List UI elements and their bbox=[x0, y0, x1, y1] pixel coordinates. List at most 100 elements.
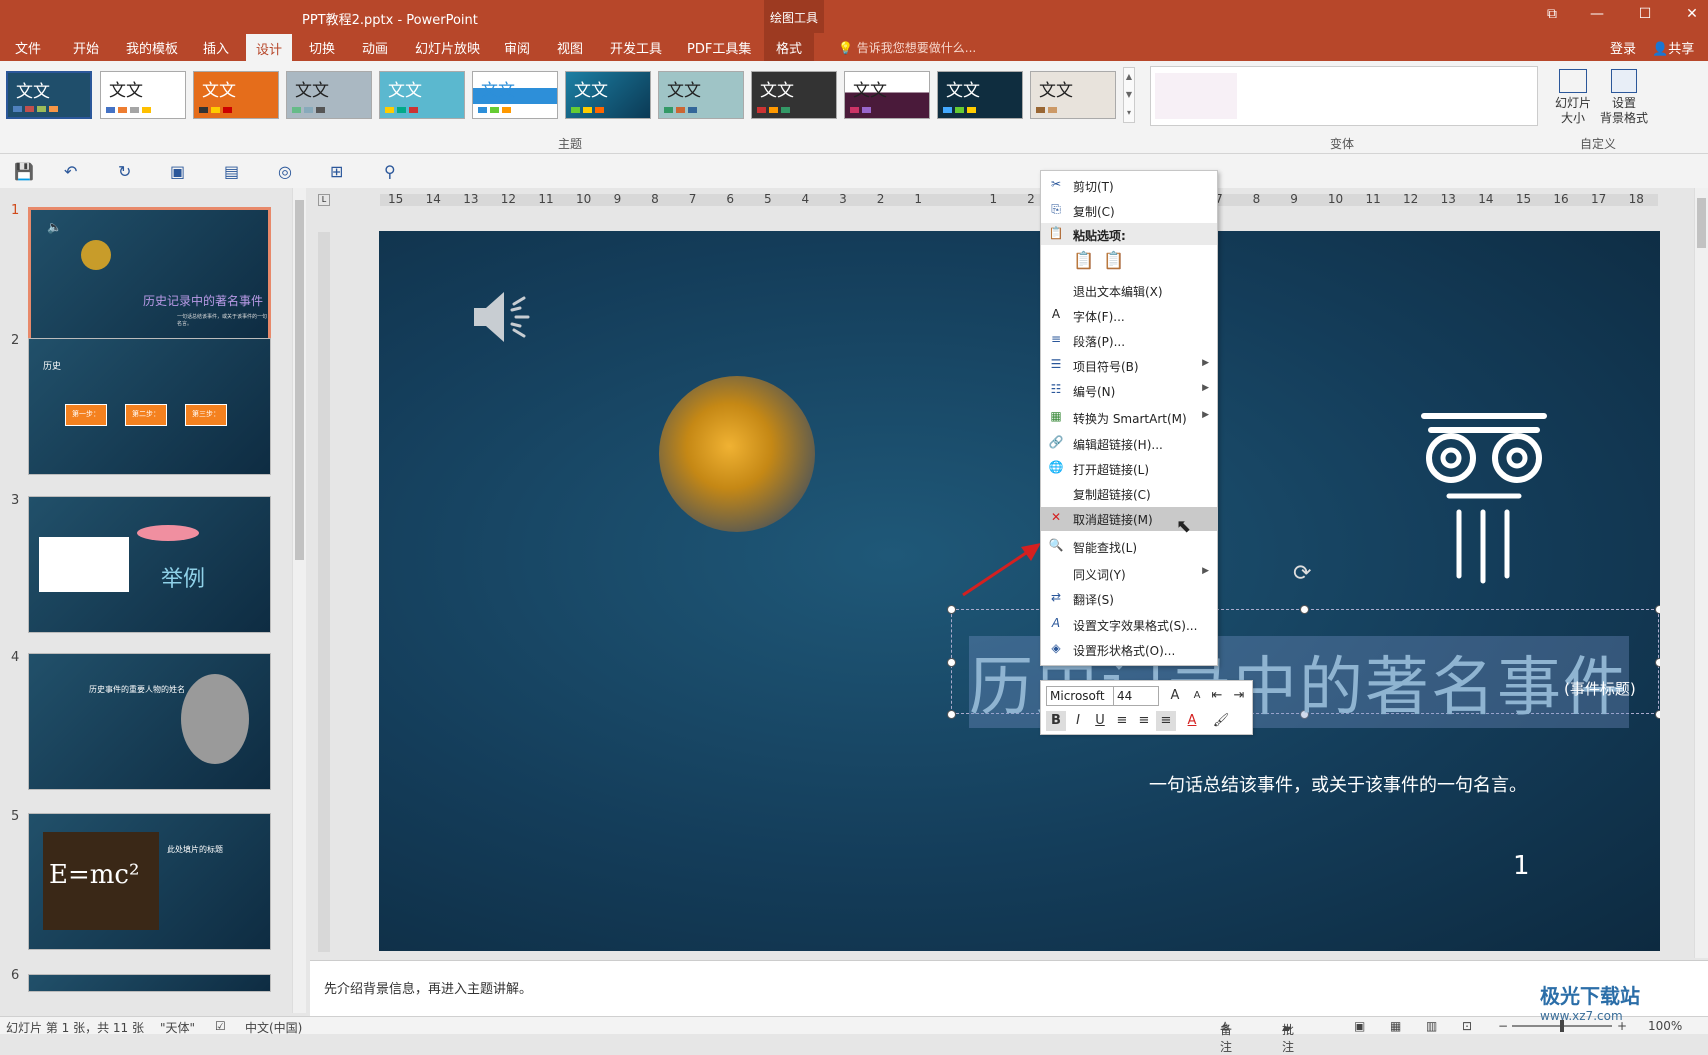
underline-button[interactable]: U bbox=[1090, 711, 1110, 731]
present-icon[interactable]: ⊞ bbox=[330, 162, 343, 181]
theme-swatch-1[interactable]: 文文 bbox=[6, 71, 92, 119]
font-size-box[interactable]: 44 bbox=[1113, 686, 1159, 706]
theme-swatch-11[interactable]: 文文 bbox=[937, 71, 1023, 119]
new-slide-icon[interactable]: ▣ bbox=[170, 162, 185, 181]
slide-thumbnail-2[interactable]: 历史 第一步： 第二步： 第三步： bbox=[28, 338, 271, 475]
tab-developer[interactable]: 开发工具 bbox=[610, 33, 662, 61]
spell-check-icon[interactable]: ☑ bbox=[215, 1019, 226, 1033]
undo-icon[interactable]: ↶ bbox=[64, 162, 77, 181]
leaf-image[interactable] bbox=[659, 376, 815, 532]
tab-home[interactable]: 开始 bbox=[73, 33, 99, 61]
notes-pane[interactable]: 先介绍背景信息，再进入主题讲解。 bbox=[310, 960, 1708, 1016]
redo-icon[interactable]: ↻ bbox=[118, 162, 131, 181]
menu-item-cut[interactable]: ✂ 剪切(T) bbox=[1041, 174, 1217, 196]
menu-item-bullets[interactable]: ☰ 项目符号(B) ▶ bbox=[1041, 354, 1217, 376]
normal-view-icon[interactable]: ▣ bbox=[1354, 1019, 1365, 1033]
slide-thumbnail-3[interactable]: 举例 bbox=[28, 496, 271, 633]
paste-keep-format-icon[interactable]: 📋 bbox=[1073, 251, 1094, 271]
theme-swatch-8[interactable]: 文文 bbox=[658, 71, 744, 119]
share-button[interactable]: 👤共享 bbox=[1652, 38, 1694, 57]
menu-item-shape-format[interactable]: ◈ 设置形状格式(O)... bbox=[1041, 638, 1217, 660]
italic-button[interactable]: I bbox=[1068, 711, 1088, 731]
menu-item-smart-lookup[interactable]: 🔍 智能查找(L) bbox=[1041, 535, 1217, 557]
shrink-font-button[interactable]: A bbox=[1187, 686, 1207, 706]
tab-my-templates[interactable]: 我的模板 bbox=[126, 33, 178, 61]
format-painter-icon[interactable]: 🖌 bbox=[1211, 711, 1231, 731]
menu-item-open-hyperlink[interactable]: 🌐 打开超链接(L) bbox=[1041, 457, 1217, 479]
menu-item-numbering[interactable]: ☷ 编号(N) ▶ bbox=[1041, 379, 1217, 401]
language[interactable]: 中文(中国) bbox=[245, 1019, 302, 1036]
menu-item-font[interactable]: A 字体(F)... bbox=[1041, 304, 1217, 326]
ionic-column-icon[interactable] bbox=[1419, 406, 1549, 586]
menu-item-smartart[interactable]: ▦ 转换为 SmartArt(M) ▶ bbox=[1041, 406, 1217, 428]
notes-text[interactable]: 先介绍背景信息，再进入主题讲解。 bbox=[324, 978, 532, 997]
resize-handle[interactable] bbox=[1655, 658, 1660, 667]
variant-swatch[interactable] bbox=[1155, 73, 1237, 119]
minimize-button[interactable]: — bbox=[1582, 6, 1612, 22]
zoom-icon[interactable]: ⚲ bbox=[384, 162, 396, 181]
variants-gallery[interactable] bbox=[1150, 66, 1538, 126]
align-left-icon[interactable]: ≡ bbox=[1112, 711, 1132, 731]
decrease-indent-icon[interactable]: ⇤ bbox=[1207, 686, 1227, 706]
bold-button[interactable]: B bbox=[1046, 711, 1066, 731]
shapes-icon[interactable]: ◎ bbox=[278, 162, 292, 181]
tab-animations[interactable]: 动画 bbox=[362, 33, 388, 61]
format-background-button[interactable]: 设置 背景格式 bbox=[1597, 69, 1651, 126]
tab-design[interactable]: 设计 bbox=[246, 34, 293, 62]
font-name-box[interactable]: Microsoft bbox=[1046, 686, 1114, 706]
sorter-view-icon[interactable]: ▦ bbox=[1390, 1019, 1401, 1033]
slideshow-view-icon[interactable]: ⊡ bbox=[1462, 1019, 1472, 1033]
font-color-icon[interactable]: A bbox=[1182, 711, 1202, 731]
tab-file[interactable]: 文件 bbox=[15, 33, 41, 61]
scrollbar-thumb[interactable] bbox=[1697, 198, 1706, 248]
scrollbar-thumb[interactable] bbox=[295, 200, 304, 560]
menu-item-translate[interactable]: ⇄ 翻译(S) bbox=[1041, 587, 1217, 609]
tab-slideshow[interactable]: 幻灯片放映 bbox=[415, 33, 480, 61]
zoom-out-icon[interactable]: − bbox=[1498, 1019, 1508, 1033]
tab-pdf-tools[interactable]: PDF工具集 bbox=[687, 33, 751, 61]
menu-item-copy[interactable]: ⎘ 复制(C) bbox=[1041, 199, 1217, 221]
ribbon-display-icon[interactable]: ⧉ bbox=[1537, 6, 1567, 22]
resize-handle[interactable] bbox=[1655, 605, 1660, 614]
tell-me-box[interactable]: 💡 告诉我您想要做什么... bbox=[838, 39, 976, 56]
text-box-icon[interactable]: ▤ bbox=[224, 162, 239, 181]
close-button[interactable]: ✕ bbox=[1677, 6, 1707, 22]
slide-thumbnail-6[interactable] bbox=[28, 974, 271, 992]
tab-view[interactable]: 视图 bbox=[557, 33, 583, 61]
grow-font-button[interactable]: A bbox=[1165, 686, 1185, 706]
resize-handle[interactable] bbox=[1300, 605, 1309, 614]
zoom-slider[interactable] bbox=[1512, 1020, 1612, 1032]
paste-picture-icon[interactable]: 📋 bbox=[1103, 251, 1124, 271]
align-right-icon[interactable]: ≡ bbox=[1156, 711, 1176, 731]
theme-swatch-5[interactable]: 文文 bbox=[379, 71, 465, 119]
theme-swatch-9[interactable]: 文文 bbox=[751, 71, 837, 119]
slide-scrollbar[interactable] bbox=[1694, 188, 1708, 958]
tab-selector[interactable]: L bbox=[318, 194, 330, 206]
menu-item-synonyms[interactable]: 同义词(Y) ▶ bbox=[1041, 562, 1217, 584]
zoom-level[interactable]: 100% bbox=[1648, 1019, 1682, 1033]
theme-swatch-7[interactable]: 文文 bbox=[565, 71, 651, 119]
save-icon[interactable]: 💾 bbox=[14, 162, 34, 181]
theme-swatch-3[interactable]: 文文 bbox=[193, 71, 279, 119]
increase-indent-icon[interactable]: ⇥ bbox=[1229, 686, 1249, 706]
rotate-handle-icon[interactable]: ⟳ bbox=[1293, 561, 1311, 586]
theme-swatch-12[interactable]: 文文 bbox=[1030, 71, 1116, 119]
speaker-icon[interactable] bbox=[474, 286, 544, 346]
resize-handle[interactable] bbox=[947, 605, 956, 614]
theme-swatch-10[interactable]: 文文 bbox=[844, 71, 930, 119]
menu-item-text-effects[interactable]: A 设置文字效果格式(S)... bbox=[1041, 613, 1217, 635]
login-link[interactable]: 登录 bbox=[1610, 38, 1636, 57]
event-title-tag[interactable]: (事件标题) bbox=[1564, 678, 1636, 699]
slide-quote[interactable]: 一句话总结该事件，或关于该事件的一句名言。 bbox=[1149, 771, 1527, 797]
resize-handle[interactable] bbox=[947, 658, 956, 667]
slide-thumbnail-5[interactable]: E=mc² 此处填片的标题 bbox=[28, 813, 271, 950]
tab-format[interactable]: 格式 bbox=[764, 33, 815, 61]
slide-thumbnail-1[interactable]: 🔈 历史记录中的著名事件 一句话总结该事件，或关于该事件的一句名言。 bbox=[28, 207, 271, 344]
thumbnail-scrollbar[interactable] bbox=[292, 188, 306, 1013]
themes-scroll[interactable]: ▲ ▼ ▾ bbox=[1123, 67, 1135, 123]
menu-item-exit-edit[interactable]: 退出文本编辑(X) bbox=[1041, 279, 1217, 301]
theme-swatch-4[interactable]: 文文 bbox=[286, 71, 372, 119]
maximize-button[interactable]: ☐ bbox=[1630, 6, 1660, 22]
slide-size-button[interactable]: 幻灯片 大小 bbox=[1551, 69, 1595, 126]
tab-review[interactable]: 审阅 bbox=[504, 33, 530, 61]
